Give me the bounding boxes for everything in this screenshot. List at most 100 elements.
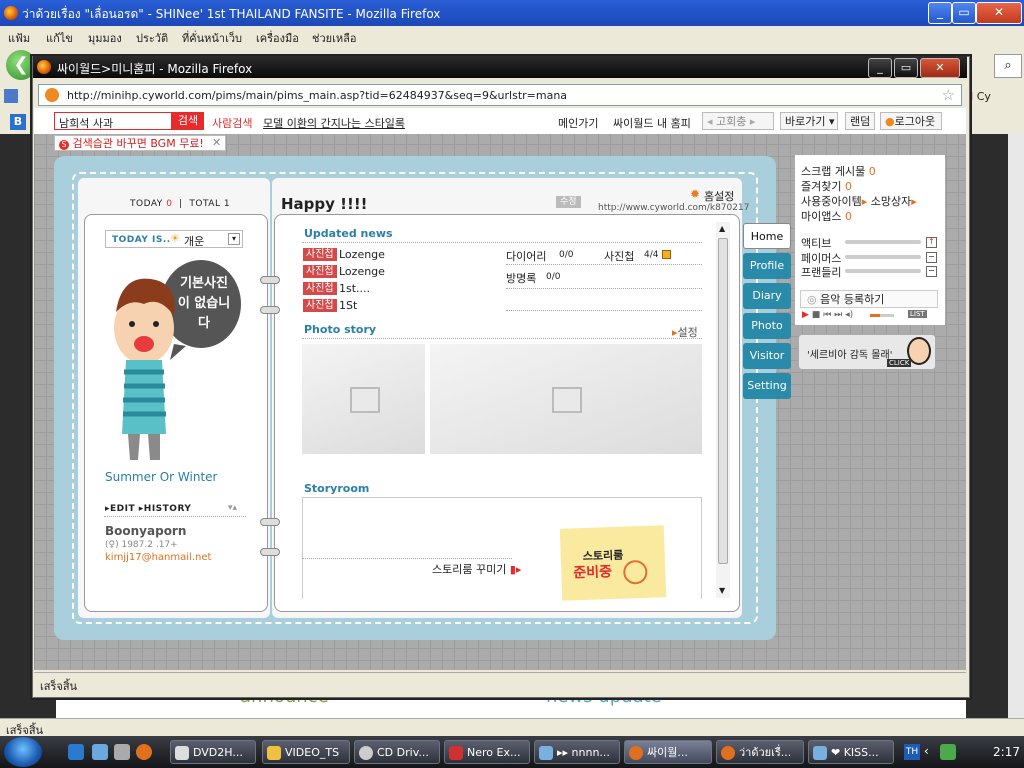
maximize-button[interactable]: ▭ (952, 2, 976, 24)
outer-scrollbar[interactable] (1008, 134, 1024, 718)
next-icon[interactable]: ⏭ (834, 310, 842, 320)
taskbar-item[interactable]: DVD2H... (170, 740, 256, 764)
start-button[interactable] (4, 737, 42, 767)
menu-tools[interactable]: เครื่องมือ (256, 29, 299, 47)
star-icon[interactable]: ☆ (942, 86, 955, 104)
news-item[interactable]: 1st.... (339, 282, 370, 295)
close-button[interactable]: ✕ (976, 2, 1022, 24)
taskbar-item[interactable]: VIDEO_TS (262, 740, 350, 764)
tab-photo[interactable]: Photo (743, 313, 791, 339)
favorites-item[interactable]: 즐겨찾기 0 (801, 178, 852, 194)
news-item[interactable]: Lozenge (339, 265, 385, 278)
taskbar-item[interactable]: ว่าด้วยเรื่... (716, 740, 804, 764)
menu-view[interactable]: มุมมอง (88, 29, 122, 47)
random-button[interactable]: 랜덤 (845, 112, 875, 130)
popup-maximize-button[interactable]: ▭ (894, 58, 918, 78)
menu-history[interactable]: ประวัติ (136, 29, 168, 47)
taskbar-item-active[interactable]: 싸이월... (624, 740, 712, 764)
popup-title-bar[interactable]: 싸이월드>미니홈피 - Mozilla Firefox (33, 56, 967, 78)
firefox-quicklaunch-icon[interactable] (136, 744, 152, 760)
scroll-up-icon[interactable]: ▲ (719, 224, 725, 233)
home-scrollbar[interactable]: ▲ ▼ (716, 222, 730, 598)
main-go-link[interactable]: 메인가기 (558, 115, 598, 131)
music-register-button[interactable]: ◎ 음악 등록하기 (800, 290, 938, 308)
storyroom-decorate-link[interactable]: 스토리룸 꾸미기 ▮▸ (432, 561, 521, 577)
total-label: TOTAL (189, 199, 221, 209)
scroll-down-icon[interactable]: ▼ (719, 586, 725, 595)
binder-ring (260, 306, 280, 314)
taskbar-item[interactable]: Nero Ex... (444, 740, 530, 764)
stat-minus-icon[interactable]: − (926, 266, 937, 277)
diary-count-label[interactable]: 다이어리 (506, 248, 546, 264)
popup-url[interactable]: http://minihp.cyworld.com/pims/main/pims… (67, 89, 567, 102)
taskbar-item[interactable]: ❤ KISS... (808, 740, 894, 764)
people-search-link[interactable]: 사람검색 (212, 115, 252, 131)
clock[interactable]: 2:17 (960, 740, 1020, 764)
bookmark-jcy[interactable]: J Cy (970, 90, 991, 103)
photo-count-label[interactable]: 사진첩 (604, 248, 634, 264)
stat-up-icon[interactable]: ↑ (926, 237, 937, 248)
search-icon[interactable]: ⌕ (994, 54, 1022, 78)
banner-close-icon[interactable]: ✕ (212, 136, 221, 149)
popup-minimize-button[interactable]: _ (868, 58, 892, 78)
desktop-icon[interactable] (92, 744, 108, 760)
chevron-down-icon[interactable]: ▾ (228, 233, 240, 245)
news-item[interactable]: 1St (339, 299, 357, 312)
minimize-button[interactable]: _ (928, 2, 952, 24)
ad-banner[interactable]: '세르비아 감독 몰래' CLICK (798, 334, 936, 370)
menu-edit[interactable]: แก้ไข (46, 29, 73, 47)
language-indicator[interactable]: TH (904, 744, 920, 760)
photo-placeholder[interactable] (430, 344, 702, 454)
bgm-banner[interactable]: S 검색습관 바꾸면 BGM 무료! (54, 135, 226, 151)
menu-help[interactable]: ช่วยเหลือ (312, 29, 356, 47)
my-apps-item[interactable]: 마이앱스 0 (801, 208, 852, 224)
my-homepage-link[interactable]: 싸이월드 내 홈피 (613, 115, 691, 131)
bookmark-icon[interactable] (4, 89, 18, 103)
outer-menu-bar: แฟ้ม แก้ไข มุมมอง ประวัติ ที่คั่นหน้าเว็… (0, 26, 1024, 46)
tab-profile[interactable]: Profile (743, 253, 791, 279)
divider (104, 516, 246, 517)
scrap-item[interactable]: 스크랩 게시물 0 (801, 163, 876, 179)
tab-setting[interactable]: Setting (743, 373, 791, 399)
ie-icon[interactable] (68, 744, 84, 760)
mood-selector[interactable]: TODAY IS.. ☀ 개운 ▾ (105, 230, 243, 248)
popup-url-bar[interactable]: http://minihp.cyworld.com/pims/main/pims… (38, 84, 962, 106)
photo-placeholder[interactable] (302, 344, 425, 454)
menu-file[interactable]: แฟ้ม (8, 29, 30, 47)
goto-dropdown[interactable]: 바로가기 ▾ (780, 112, 838, 130)
document-icon[interactable] (114, 744, 130, 760)
tab-visitor[interactable]: Visitor (743, 343, 791, 369)
homepage-url[interactable]: http://www.cyworld.com/k870217 (598, 203, 749, 213)
stop-icon[interactable]: ■ (812, 310, 821, 320)
tray-network-icon[interactable] (940, 744, 956, 760)
taskbar-item[interactable]: CD Driv... (354, 740, 440, 764)
play-icon[interactable]: ▶ (802, 310, 809, 320)
music-list-button[interactable]: LIST (908, 310, 927, 318)
volume-icon[interactable]: ◂) (845, 310, 853, 320)
prev-icon[interactable]: ⏮ (823, 310, 831, 320)
collapse-icon[interactable]: ▾▴ (228, 503, 237, 513)
news-item[interactable]: Lozenge (339, 248, 385, 261)
promo-link[interactable]: 모델 이환의 간지나는 스타일록 (263, 115, 405, 131)
menu-bookmarks[interactable]: ที่คั่นหน้าเว็บ (182, 29, 242, 47)
taskbar-item[interactable]: ▸▸ nnnn... (534, 740, 620, 764)
items-in-use[interactable]: 사용중아이템▸ 소망상자▸ (801, 193, 917, 209)
profile-email[interactable]: kimjj17@hanmail.net (105, 552, 211, 563)
stat-minus-icon[interactable]: − (926, 252, 937, 263)
popup-close-button[interactable]: ✕ (920, 58, 960, 78)
history-link[interactable]: HISTORY (144, 504, 192, 514)
scroll-thumb[interactable] (718, 238, 728, 564)
search-button[interactable]: 검색 (172, 112, 204, 130)
guestbook-count-label[interactable]: 방명록 (506, 270, 536, 286)
home-settings-link[interactable]: 홈설정 (704, 188, 734, 204)
tab-home[interactable]: Home (743, 223, 791, 249)
tab-diary[interactable]: Diary (743, 283, 791, 309)
volume-slider[interactable] (870, 314, 894, 317)
edit-badge[interactable]: 수정 (556, 196, 581, 208)
rotate-button[interactable]: ◂ 고회충 ▸ (702, 112, 774, 130)
edit-link[interactable]: EDIT (110, 504, 135, 514)
search-input[interactable]: 남희석 사과 (54, 112, 172, 130)
b-icon[interactable]: B (10, 114, 26, 130)
tray-expand-icon[interactable]: ‹ (924, 744, 929, 758)
logout-button[interactable]: ●로그아웃 (880, 112, 942, 130)
